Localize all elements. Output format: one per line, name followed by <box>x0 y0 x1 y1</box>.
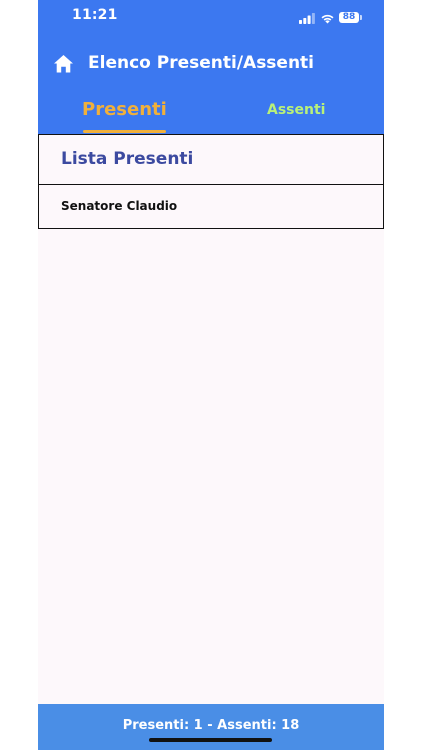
home-indicator[interactable] <box>149 738 272 742</box>
tab-presenti[interactable]: Presenti <box>82 99 167 120</box>
status-bar: 11:21 88 <box>38 0 384 34</box>
wifi-icon <box>321 14 334 24</box>
battery-icon: 88 <box>339 12 359 23</box>
tab-assenti[interactable]: Assenti <box>267 102 325 118</box>
summary-text: Presenti: 1 - Assenti: 18 <box>122 718 300 733</box>
page-title: Elenco Presenti/Assenti <box>88 53 315 73</box>
home-icon[interactable] <box>53 54 74 74</box>
active-tab-indicator <box>83 130 166 133</box>
status-time: 11:21 <box>72 7 118 23</box>
presenti-list: Lista Presenti Senatore Claudio <box>38 134 384 229</box>
list-item[interactable]: Senatore Claudio <box>38 184 384 229</box>
list-item-name: Senatore Claudio <box>61 199 178 213</box>
app-header: 11:21 88 Elenco Presenti/Assenti Present… <box>38 0 384 134</box>
list-header: Lista Presenti <box>38 135 384 185</box>
battery-tip <box>360 15 362 20</box>
list-title: Lista Presenti <box>61 149 194 169</box>
app-screen: 11:21 88 Elenco Presenti/Assenti Present… <box>38 0 384 750</box>
summary-footer: Presenti: 1 - Assenti: 18 <box>38 704 384 750</box>
cellular-signal-icon <box>299 13 315 24</box>
